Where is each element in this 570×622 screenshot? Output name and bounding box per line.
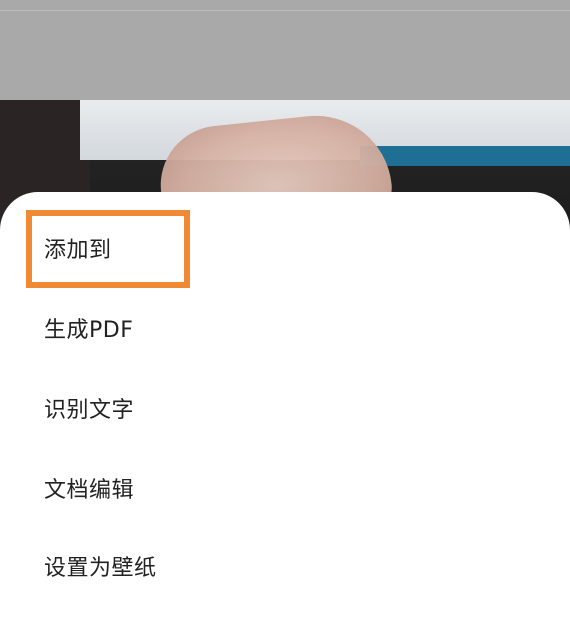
photo-blue-strip bbox=[360, 146, 570, 166]
menu-item-recognize-text[interactable]: 识别文字 bbox=[0, 368, 570, 448]
bottom-sheet-menu: 添加到 生成PDF 识别文字 文档编辑 设置为壁纸 bbox=[0, 192, 570, 622]
menu-item-label: 文档编辑 bbox=[44, 478, 135, 503]
menu-item-add-to[interactable]: 添加到 bbox=[0, 208, 570, 288]
menu-item-generate-pdf[interactable]: 生成PDF bbox=[0, 288, 570, 368]
menu-item-label: 生成PDF bbox=[44, 318, 134, 343]
dimmed-top-bar bbox=[0, 0, 570, 100]
menu-item-label: 添加到 bbox=[44, 238, 112, 263]
menu-item-label: 识别文字 bbox=[44, 398, 135, 423]
menu-item-label: 设置为壁纸 bbox=[44, 556, 157, 581]
menu-item-set-wallpaper[interactable]: 设置为壁纸 bbox=[0, 526, 570, 606]
top-divider bbox=[0, 10, 570, 11]
menu-item-document-edit[interactable]: 文档编辑 bbox=[0, 448, 570, 528]
